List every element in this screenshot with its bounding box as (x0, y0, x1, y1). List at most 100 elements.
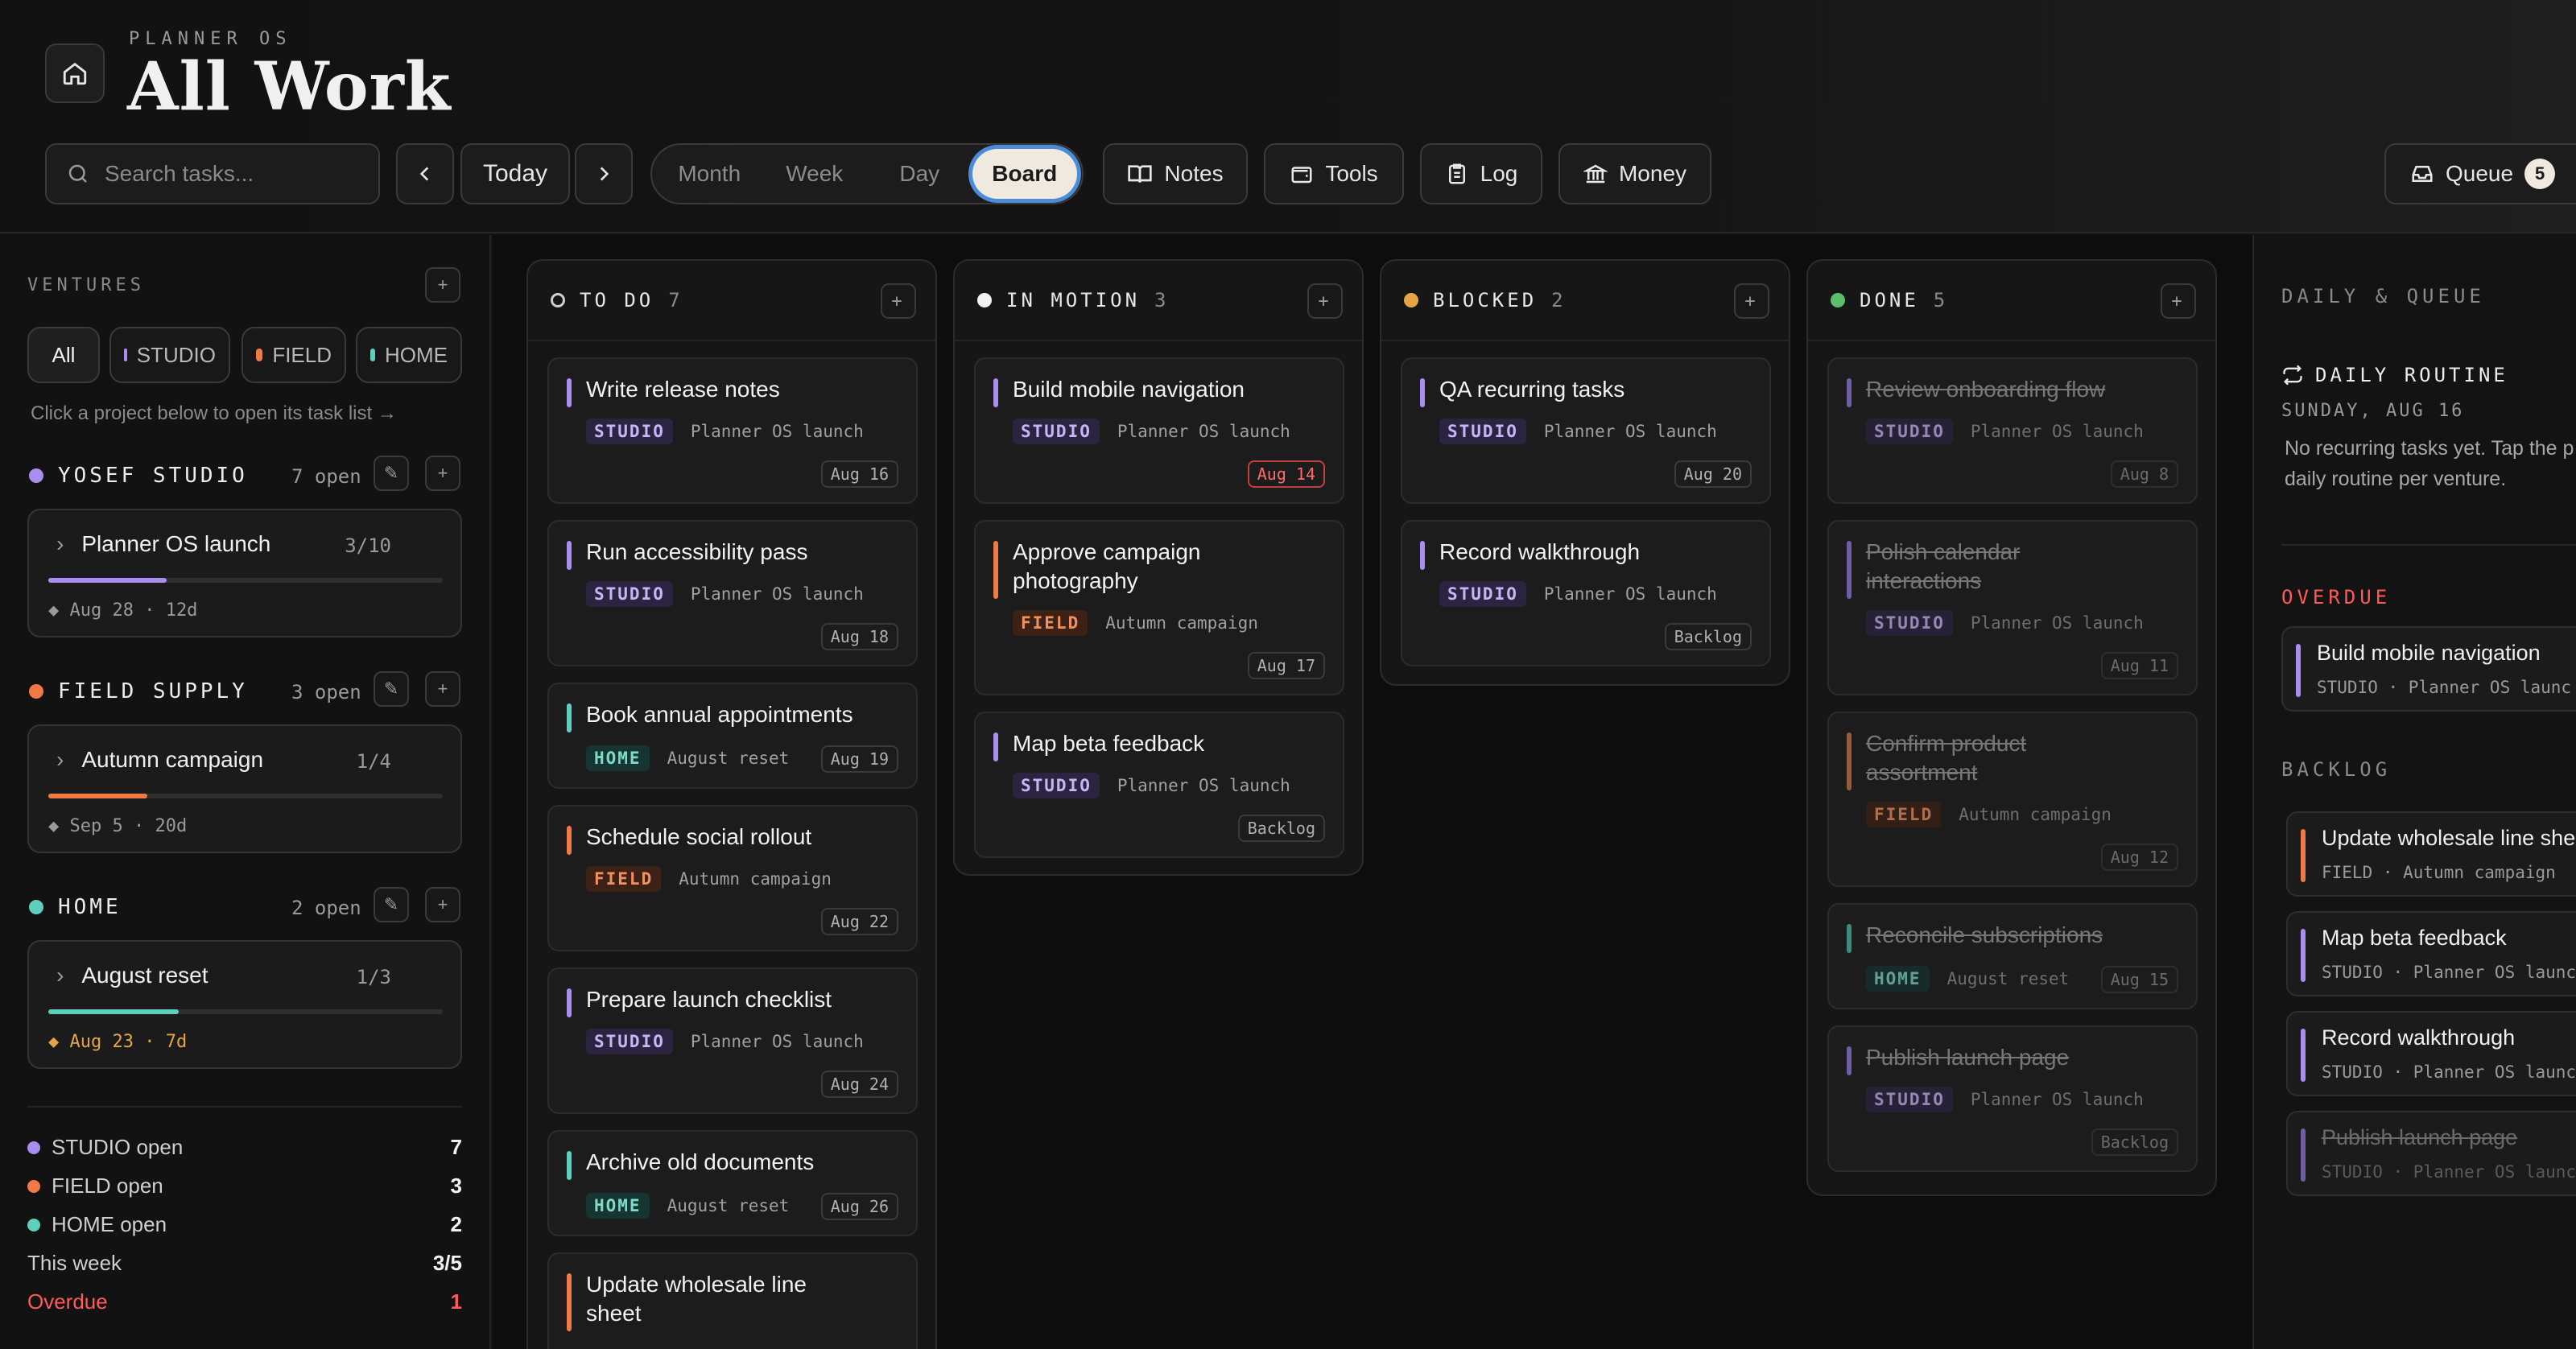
due-badge: Aug 12 (2100, 844, 2178, 871)
venture-yosef-studio[interactable]: YOSEF STUDIO (29, 464, 248, 488)
add-task-button[interactable]: + (1734, 283, 1769, 319)
due-badge: Aug 15 (2100, 966, 2178, 993)
next-button[interactable] (575, 143, 633, 204)
filter-all-label: All (52, 342, 76, 367)
plus-icon: + (437, 274, 448, 295)
venture-tag: FIELD (1866, 802, 1942, 827)
task-title: Approve campaign photography (1013, 539, 1201, 593)
task-project: Planner OS launch (1117, 422, 1290, 441)
backlog-task[interactable]: Map beta feedback STUDIO · Planner OS lau… (2286, 911, 2576, 996)
task-card[interactable]: Confirm product assortment FIELD Autumn ca… (1827, 712, 2198, 887)
stat-overdue: Overdue 1 (27, 1289, 462, 1314)
tab-month[interactable]: Month (657, 149, 762, 199)
project-card-august-reset[interactable]: › August reset 1/3 ◆ Aug 23 · 7d (27, 940, 462, 1069)
filter-home[interactable]: HOME (356, 327, 462, 383)
tab-week[interactable]: Week (762, 149, 868, 199)
task-card[interactable]: Record walkthrough STUDIO Planner OS launc… (1401, 520, 1771, 666)
task-title: Update wholesale line she (2322, 826, 2576, 850)
add-venture-button[interactable]: + (425, 267, 460, 303)
task-card[interactable]: Map beta feedback STUDIO Planner OS launch… (974, 712, 1344, 858)
venture-tag: STUDIO (1013, 419, 1100, 444)
backlog-task[interactable]: Update wholesale line she FIELD · Autumn … (2286, 811, 2576, 897)
filter-studio-label: STUDIO (136, 342, 216, 367)
overdue-task[interactable]: Build mobile navigation STUDIO · Planner … (2281, 626, 2576, 712)
task-card[interactable]: Prepare launch checklist STUDIO Planner OS… (547, 967, 918, 1114)
filter-field[interactable]: FIELD (242, 327, 346, 383)
due-badge: Aug 22 (820, 908, 898, 935)
task-project: Planner OS launch (1970, 613, 2144, 633)
task-card[interactable]: Polish calendar interactions STUDIO Planne… (1827, 520, 2198, 695)
filter-all[interactable]: All (27, 327, 100, 383)
task-card[interactable]: Schedule social rollout FIELD Autumn campa… (547, 805, 918, 951)
task-project: Planner OS launch (690, 422, 864, 441)
task-card[interactable]: Run accessibility pass STUDIO Planner OS l… (547, 520, 918, 666)
task-meta: FIELD Autumn campaign (586, 866, 832, 892)
add-project-button[interactable]: + (425, 887, 460, 922)
today-button[interactable]: Today (460, 143, 570, 204)
plus-icon: + (437, 463, 448, 483)
task-title: Schedule social rollout (586, 824, 812, 849)
task-card[interactable]: Archive old documents HOME August reset Aug… (547, 1130, 918, 1236)
right-panel: DAILY & QUEUE DAILY ROUTINE SUNDAY, AUG … (2252, 235, 2576, 1349)
task-card[interactable]: Reconcile subscriptions HOME August reset A… (1827, 903, 2198, 1009)
venture-field-supply[interactable]: FIELD SUPPLY (29, 679, 248, 703)
venture-name-label: FIELD SUPPLY (58, 679, 248, 703)
column-header: DONE 5 + (1808, 261, 2215, 341)
notes-button[interactable]: Notes (1103, 143, 1248, 204)
task-card[interactable]: Build mobile navigation STUDIO Planner OS … (974, 357, 1344, 504)
project-card-planner-os[interactable]: › Planner OS launch 3/10 ◆ Aug 28 · 12d (27, 509, 462, 637)
venture-color-bar (1847, 541, 1852, 599)
add-task-button[interactable]: + (2161, 283, 2196, 319)
project-name: › Planner OS launch (56, 531, 270, 557)
add-task-button[interactable]: + (1307, 283, 1343, 319)
queue-button[interactable]: Queue 5 (2384, 143, 2576, 204)
search-input[interactable]: Search tasks... (45, 143, 380, 204)
add-task-button[interactable]: + (881, 283, 916, 319)
task-title: Archive old documents (586, 1149, 815, 1174)
task-meta: FIELD Autumn campaign (1013, 610, 1258, 636)
filter-field-label: FIELD (272, 342, 332, 367)
backlog-task[interactable]: Record walkthrough STUDIO · Planner OS la… (2286, 1011, 2576, 1096)
edit-venture-button[interactable]: ✎ (374, 887, 409, 922)
project-count: 1/3 (356, 966, 391, 988)
task-card[interactable]: QA recurring tasks STUDIO Planner OS launc… (1401, 357, 1771, 504)
column-blocked: BLOCKED 2 + QA recurring tasks STUDIO Planne… (1380, 259, 1790, 686)
venture-color-bar (1420, 541, 1425, 570)
task-card[interactable]: Review onboarding flow STUDIO Planner OS l… (1827, 357, 2198, 504)
venture-color-bar (1847, 924, 1852, 953)
tools-button[interactable]: Tools (1264, 143, 1404, 204)
task-card[interactable]: Book annual appointments HOME August reset… (547, 683, 918, 789)
tab-day[interactable]: Day (867, 149, 972, 199)
task-title: Build mobile navigation (2317, 641, 2541, 665)
log-button[interactable]: Log (1420, 143, 1542, 204)
money-button[interactable]: Money (1558, 143, 1711, 204)
task-card[interactable]: Write release notes STUDIO Planner OS laun… (547, 357, 918, 504)
backlog-task[interactable]: Publish launch page STUDIO · Planner OS l… (2286, 1111, 2576, 1196)
task-card[interactable]: Approve campaign photography FIELD Autumn … (974, 520, 1344, 695)
due-badge: Aug 17 (1247, 652, 1325, 679)
venture-tag: FIELD (586, 866, 662, 892)
home-button[interactable] (45, 43, 105, 103)
task-title: QA recurring tasks (1439, 377, 1625, 402)
task-card[interactable]: Update wholesale line sheet (547, 1252, 918, 1349)
edit-venture-button[interactable]: ✎ (374, 671, 409, 707)
tab-board[interactable]: Board (972, 149, 1077, 199)
column-count: 7 (668, 289, 681, 311)
project-card-autumn-campaign[interactable]: › Autumn campaign 1/4 ◆ Sep 5 · 20d (27, 724, 462, 853)
filter-studio[interactable]: STUDIO (109, 327, 230, 383)
project-name-label: August reset (81, 963, 208, 988)
venture-name-label: YOSEF STUDIO (58, 464, 248, 488)
add-project-button[interactable]: + (425, 456, 460, 491)
task-meta: STUDIO · Planner OS launc (2322, 1062, 2576, 1082)
task-card[interactable]: Publish launch page STUDIO Planner OS laun… (1827, 1025, 2198, 1172)
stat-label: FIELD open (52, 1174, 163, 1198)
venture-home[interactable]: HOME (29, 895, 122, 919)
task-project: Autumn campaign (679, 869, 832, 889)
search-placeholder: Search tasks... (105, 161, 254, 186)
add-project-button[interactable]: + (425, 671, 460, 707)
project-name-label: Autumn campaign (81, 747, 264, 772)
prev-button[interactable] (396, 143, 454, 204)
column-done: DONE 5 + Review onboarding flow STUDIO Plann… (1806, 259, 2217, 1196)
edit-venture-button[interactable]: ✎ (374, 456, 409, 491)
project-progress-track (48, 578, 443, 583)
